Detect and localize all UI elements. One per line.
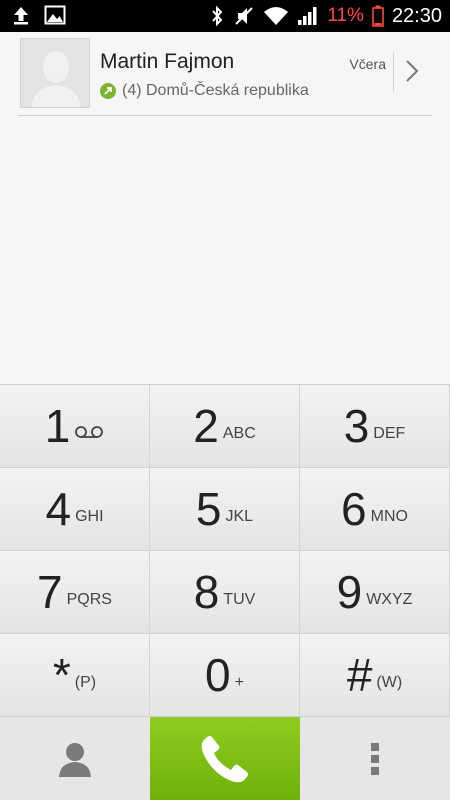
call-detail-text: (4) Domů-Česká republika [122, 82, 309, 99]
call-detail: (4) Domů-Česká republika [100, 82, 309, 100]
key-2[interactable]: 2 ABC [150, 385, 300, 468]
key-digit: 9 [336, 566, 363, 618]
bluetooth-icon [209, 5, 225, 27]
call-date: Včera [349, 56, 386, 72]
voicemail-icon [74, 425, 104, 443]
mute-icon [233, 5, 255, 27]
key-letters: (W) [376, 674, 403, 691]
call-button[interactable] [150, 717, 300, 800]
call-log: Martin Fajmon (4) Domů-Česká republika V… [0, 32, 450, 384]
image-icon [44, 5, 66, 25]
bottom-action-bar [0, 716, 450, 800]
phone-icon [201, 736, 248, 783]
key-9[interactable]: 9 WXYZ [300, 551, 450, 634]
key-digit: 4 [45, 483, 72, 535]
key-digit: 5 [195, 483, 222, 535]
key-star[interactable]: * (P) [0, 634, 150, 717]
key-letters: PQRS [66, 591, 112, 608]
key-digit: 8 [193, 566, 220, 618]
call-log-entry[interactable]: Martin Fajmon (4) Domů-Česká republika V… [18, 38, 432, 116]
key-5[interactable]: 5 JKL [150, 468, 300, 551]
contact-name: Martin Fajmon [100, 50, 235, 73]
contacts-icon [59, 743, 91, 777]
key-1[interactable]: 1 [0, 385, 150, 468]
key-digit: # [346, 649, 373, 701]
key-8[interactable]: 8 TUV [150, 551, 300, 634]
key-0[interactable]: 0 + [150, 634, 300, 717]
key-digit: 2 [193, 400, 219, 452]
key-6[interactable]: 6 MNO [300, 468, 450, 551]
battery-icon [372, 5, 384, 27]
person-placeholder-icon [21, 39, 89, 107]
key-digit: 3 [343, 400, 370, 452]
key-letters: TUV [223, 591, 256, 608]
menu-button[interactable] [300, 717, 450, 800]
key-letters: MNO [370, 508, 408, 525]
outgoing-call-icon [100, 83, 116, 99]
key-4[interactable]: 4 GHI [0, 468, 150, 551]
key-letters: JKL [225, 508, 254, 525]
key-letters: (P) [74, 674, 97, 691]
divider [393, 52, 394, 92]
signal-icon [297, 6, 319, 26]
wifi-icon [263, 6, 289, 26]
clock: 22:30 [391, 4, 442, 27]
key-digit: 7 [37, 566, 63, 618]
key-hash[interactable]: # (W) [300, 634, 450, 717]
avatar[interactable] [20, 38, 90, 108]
chevron-right-icon[interactable] [402, 56, 422, 86]
key-digit: 0 [205, 649, 231, 701]
key-letters: + [234, 674, 244, 691]
key-7[interactable]: 7 PQRS [0, 551, 150, 634]
key-digit: 1 [44, 400, 71, 452]
status-bar: 11% 22:30 [0, 0, 450, 32]
dialpad: 1 2 ABC 3 DEF 4 GHI 5 JKL 6 MNO 7 PQRS 8… [0, 384, 450, 717]
key-letters: GHI [75, 508, 104, 525]
contacts-button[interactable] [0, 717, 150, 800]
key-letters: WXYZ [366, 591, 413, 608]
menu-dots-icon [371, 743, 379, 775]
battery-percentage: 11% [327, 5, 364, 26]
key-digit: * [52, 649, 71, 701]
upload-icon [12, 5, 30, 25]
key-letters: ABC [222, 425, 256, 442]
key-3[interactable]: 3 DEF [300, 385, 450, 468]
key-digit: 6 [341, 483, 367, 535]
key-letters: DEF [373, 425, 406, 442]
